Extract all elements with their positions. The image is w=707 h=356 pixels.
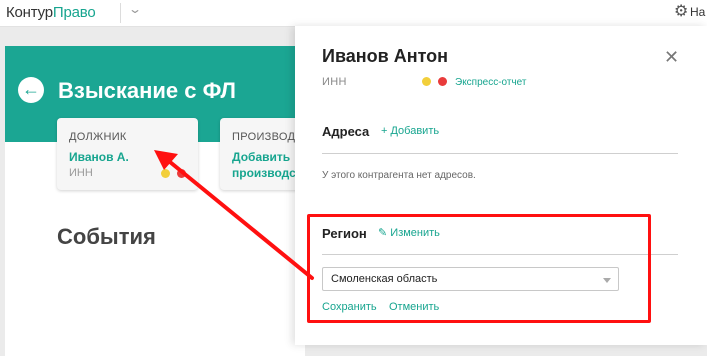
chevron-down-icon[interactable]: ⌄ xyxy=(128,2,142,16)
topbar-divider xyxy=(120,3,121,23)
person-name: Иванов Антон xyxy=(322,46,449,66)
status-dot-red xyxy=(438,77,447,86)
gear-icon[interactable]: ⚙ xyxy=(674,1,688,21)
case-title: Взыскание с ФЛ xyxy=(58,78,236,103)
addresses-divider xyxy=(322,153,678,154)
debtor-label: ДОЛЖНИК xyxy=(69,131,127,143)
debtor-inn-label: ИНН xyxy=(69,167,93,179)
logo-main: Контур xyxy=(6,4,53,21)
debtor-card[interactable]: ДОЛЖНИК Иванов А. ИНН xyxy=(57,118,198,190)
status-dot-red xyxy=(177,169,186,178)
inn-label: ИНН xyxy=(322,76,347,88)
no-addresses-text: У этого контрагента нет адресов. xyxy=(322,170,476,181)
app-logo[interactable]: КонтурПраво xyxy=(6,4,96,21)
status-dot-yellow xyxy=(422,77,431,86)
status-dot-yellow xyxy=(161,169,170,178)
logo-accent: Право xyxy=(52,4,96,21)
add-address-link[interactable]: + Добавить xyxy=(381,125,439,137)
add-proceeding-link[interactable]: Добавить xyxy=(232,150,290,164)
addresses-title: Адреса xyxy=(322,124,370,139)
close-icon[interactable]: ✕ xyxy=(664,47,679,68)
events-title: События xyxy=(57,224,156,249)
top-bar: КонтурПраво ⌄ ⚙ На xyxy=(0,0,707,27)
annotation-highlight-box xyxy=(307,214,651,323)
express-report-link[interactable]: Экспресс-отчет xyxy=(455,77,526,88)
arrow-left-icon[interactable]: ← xyxy=(18,77,44,103)
settings-label[interactable]: На xyxy=(690,5,705,19)
debtor-name-link[interactable]: Иванов А. xyxy=(69,150,129,164)
